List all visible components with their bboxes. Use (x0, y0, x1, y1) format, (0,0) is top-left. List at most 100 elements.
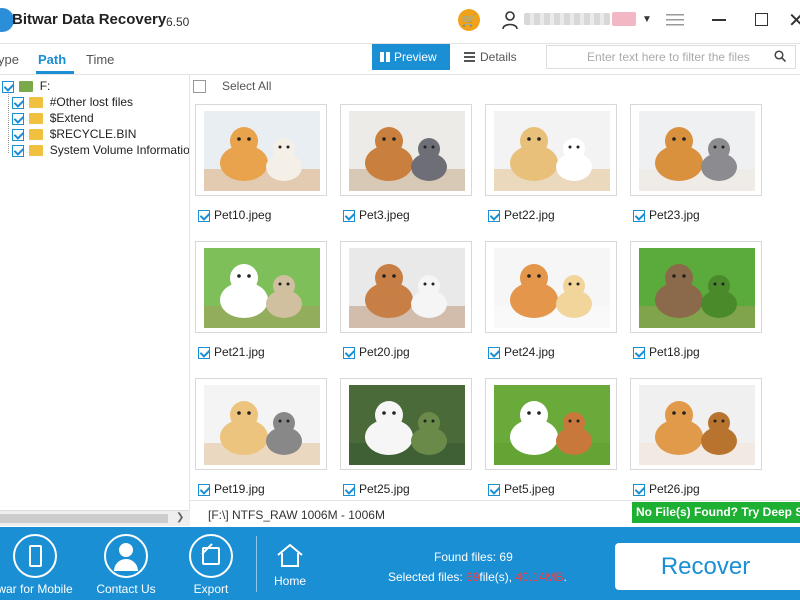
file-checkbox[interactable] (488, 346, 500, 359)
file-name: Pet23.jpg (649, 208, 700, 222)
home-button[interactable]: Home (268, 542, 312, 588)
tree-item-checkbox[interactable] (12, 96, 24, 109)
file-checkbox[interactable] (343, 346, 355, 359)
mobile-label: war for Mobile (0, 582, 73, 596)
chevron-down-icon[interactable]: ▼ (642, 14, 652, 25)
search-icon[interactable] (774, 50, 786, 62)
tree-item[interactable]: $RECYCLE.BIN (12, 127, 136, 143)
file-checkbox[interactable] (343, 209, 355, 222)
chevron-right-icon[interactable]: ❯ (176, 512, 184, 523)
file-checkbox[interactable] (633, 346, 645, 359)
mobile-button[interactable]: war for Mobile (0, 534, 78, 596)
file-checkbox[interactable] (633, 209, 645, 222)
preview-button[interactable]: Preview (372, 44, 450, 70)
select-all-checkbox[interactable] (193, 80, 206, 93)
tree-item-checkbox[interactable] (12, 144, 24, 157)
file-item[interactable]: Pet24.jpg (488, 345, 555, 359)
minimize-button[interactable] (712, 19, 726, 21)
tree-root-checkbox[interactable] (2, 80, 14, 93)
image-thumbnail[interactable] (485, 104, 617, 196)
deep-scan-notice-button[interactable]: No File(s) Found? Try Deep S (632, 502, 800, 523)
folder-icon (29, 97, 44, 109)
file-item[interactable]: Pet20.jpg (343, 345, 410, 359)
home-label: Home (273, 574, 306, 588)
pet-photo (639, 111, 755, 191)
file-item[interactable]: Pet22.jpg (488, 208, 555, 222)
file-item[interactable]: Pet3.jpeg (343, 208, 410, 222)
tab-path[interactable]: Path (38, 52, 66, 67)
image-thumbnail[interactable] (630, 104, 762, 196)
file-checkbox[interactable] (488, 483, 500, 496)
file-item[interactable]: Pet21.jpg (198, 345, 265, 359)
file-checkbox[interactable] (198, 209, 210, 222)
details-button[interactable]: Details (462, 44, 517, 70)
user-name-redacted[interactable] (524, 13, 610, 25)
file-checkbox[interactable] (343, 483, 355, 496)
image-thumbnail[interactable] (340, 241, 472, 333)
tree-item[interactable]: #Other lost files (12, 95, 133, 111)
file-checkbox[interactable] (198, 346, 210, 359)
tree-item[interactable]: $Extend (12, 111, 94, 127)
cart-icon[interactable]: 🛒 (458, 9, 480, 31)
user-badge-redacted (612, 12, 636, 26)
image-thumbnail[interactable] (630, 241, 762, 333)
tree-root[interactable]: F: (2, 79, 50, 95)
image-thumbnail[interactable] (630, 378, 762, 470)
file-name: Pet19.jpg (214, 482, 265, 496)
tab-time[interactable]: Time (86, 52, 114, 67)
pet-photo (204, 385, 320, 465)
details-label: Details (480, 50, 517, 64)
export-button[interactable]: Export (184, 534, 238, 596)
file-name: Pet10.jpeg (214, 208, 272, 222)
file-item[interactable]: Pet5.jpeg (488, 482, 555, 496)
tree-item-checkbox[interactable] (12, 112, 24, 125)
file-item[interactable]: Pet18.jpg (633, 345, 700, 359)
image-thumbnail[interactable] (485, 378, 617, 470)
file-item[interactable]: Pet10.jpeg (198, 208, 271, 222)
select-all-label[interactable]: Select All (222, 79, 271, 93)
tree-item-checkbox[interactable] (12, 128, 24, 141)
pet-photo (349, 111, 465, 191)
scrollbar-thumb[interactable] (0, 514, 168, 523)
tree-horizontal-scrollbar[interactable]: ❯ (0, 510, 190, 526)
folder-icon (29, 129, 44, 141)
file-checkbox[interactable] (488, 209, 500, 222)
image-thumbnail[interactable] (195, 378, 327, 470)
home-icon (277, 543, 303, 567)
image-thumbnail[interactable] (195, 241, 327, 333)
pet-photo (494, 385, 610, 465)
tree-item[interactable]: System Volume Information (12, 143, 189, 159)
file-item[interactable]: Pet26.jpg (633, 482, 700, 496)
menu-icon[interactable] (666, 13, 684, 27)
grid-header (190, 74, 800, 98)
user-icon[interactable] (501, 10, 519, 30)
view-tabs: ype Path Time (0, 44, 190, 74)
image-thumbnail[interactable] (485, 241, 617, 333)
image-thumbnail[interactable] (195, 104, 327, 196)
recover-button[interactable]: Recover (615, 543, 800, 590)
image-thumbnail[interactable] (340, 378, 472, 470)
selected-end: . (563, 570, 567, 584)
file-checkbox[interactable] (633, 483, 645, 496)
file-item[interactable]: Pet19.jpg (198, 482, 265, 496)
app-version: 6.50 (166, 15, 190, 29)
list-view-icon (464, 52, 475, 62)
filter-input[interactable] (546, 45, 796, 69)
tree-item-label: $RECYCLE.BIN (49, 127, 137, 141)
contact-us-button[interactable]: Contact Us (94, 534, 158, 596)
file-item[interactable]: Pet23.jpg (633, 208, 700, 222)
maximize-button[interactable] (755, 13, 768, 26)
file-checkbox[interactable] (198, 483, 210, 496)
selected-count: 69 (466, 570, 480, 584)
close-button[interactable]: ✕ (788, 8, 800, 33)
export-label: Export (193, 582, 229, 596)
folder-tree: F: #Other lost files $Extend $RECYCLE.BI… (0, 74, 190, 510)
file-item[interactable]: Pet25.jpg (343, 482, 410, 496)
pet-photo (494, 111, 610, 191)
image-thumbnail[interactable] (340, 104, 472, 196)
tab-type[interactable]: ype (0, 52, 19, 67)
preview-label: Preview (394, 50, 437, 64)
found-files-summary: Found files: 69 (434, 550, 513, 564)
selected-files-summary: Selected files: 69file(s), 40.14MB. (388, 570, 567, 584)
pet-photo (349, 248, 465, 328)
